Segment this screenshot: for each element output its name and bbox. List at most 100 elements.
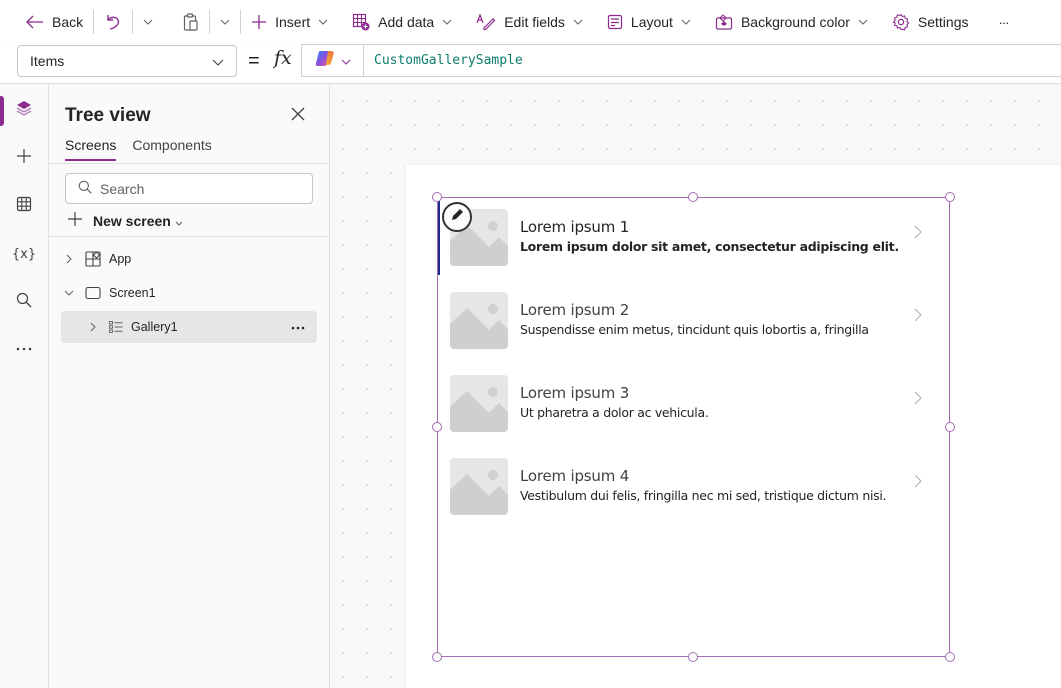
- tab-components[interactable]: Components: [132, 137, 211, 161]
- tree-tabs: Screens Components: [65, 137, 212, 161]
- rail-insert[interactable]: [0, 138, 48, 178]
- property-dropdown[interactable]: Items: [17, 45, 237, 77]
- divider: [49, 163, 330, 164]
- plus-icon: [16, 148, 32, 169]
- back-label: Back: [52, 14, 84, 30]
- search-placeholder: Search: [100, 180, 145, 197]
- equals-sign: =: [248, 50, 260, 72]
- edit-fields-icon: [476, 13, 496, 31]
- search-icon: [78, 180, 92, 197]
- undo-icon: [104, 13, 122, 31]
- tab-screens[interactable]: Screens: [65, 137, 117, 161]
- formula-input[interactable]: CustomGallerySample: [301, 44, 1061, 77]
- formula-bar: Items = fx CustomGallerySample: [0, 44, 1061, 84]
- separator: [209, 10, 211, 34]
- fx-icon: fx: [274, 47, 292, 69]
- back-button[interactable]: Back: [20, 6, 89, 38]
- chevron-down-icon: [573, 19, 583, 25]
- resize-handle-top-right[interactable]: [945, 192, 955, 202]
- layout-button[interactable]: Layout: [601, 6, 697, 38]
- chevron-down-icon: [220, 19, 230, 25]
- plus-icon: [67, 211, 83, 230]
- table-add-icon: [352, 13, 370, 31]
- resize-handle-bottom[interactable]: [688, 652, 698, 662]
- search-icon: [16, 292, 32, 313]
- close-icon: [291, 107, 305, 125]
- command-bar: Back Insert Add data Edit fields Layout: [0, 0, 1061, 44]
- close-button[interactable]: [291, 107, 311, 127]
- new-screen-button[interactable]: New screen: [67, 211, 183, 230]
- panel-title: Tree view: [65, 105, 151, 126]
- resize-handle-bottom-right[interactable]: [945, 652, 955, 662]
- chevron-right-icon[interactable]: [85, 322, 101, 332]
- chevron-down-icon: [858, 19, 868, 25]
- settings-button[interactable]: Settings: [886, 6, 975, 38]
- app-icon: [85, 251, 101, 267]
- edit-fields-button[interactable]: Edit fields: [470, 6, 589, 38]
- settings-label: Settings: [917, 14, 969, 30]
- add-data-button[interactable]: Add data: [346, 6, 458, 38]
- separator: [240, 10, 242, 34]
- rail-variables[interactable]: {x}: [0, 234, 48, 274]
- app-screen[interactable]: Lorem ipsum 1 Lorem ipsum dolor sit amet…: [406, 165, 1061, 688]
- separator: [132, 10, 134, 34]
- tree-node-gallery1[interactable]: Gallery1: [61, 311, 317, 343]
- insert-button[interactable]: Insert: [245, 6, 334, 38]
- tree-view-panel: Tree view Screens Components Search New …: [49, 85, 330, 688]
- active-indicator: [0, 96, 4, 126]
- chevron-down-icon: [442, 19, 452, 25]
- plus-icon: [251, 14, 267, 30]
- rail-more[interactable]: [0, 327, 48, 367]
- table-icon: [16, 196, 32, 217]
- chevron-down-icon: [143, 19, 153, 25]
- gallery-icon: [109, 321, 123, 333]
- edit-fields-label: Edit fields: [504, 14, 565, 30]
- tree-node-app[interactable]: App: [61, 243, 317, 275]
- more-icon: [16, 338, 32, 356]
- more-icon: ···: [998, 14, 1010, 30]
- chevron-down-icon: [681, 19, 691, 25]
- copilot-button[interactable]: [302, 45, 364, 76]
- formula-text[interactable]: CustomGallerySample: [364, 53, 523, 68]
- resize-handle-bottom-left[interactable]: [432, 652, 442, 662]
- resize-handle-right[interactable]: [945, 422, 955, 432]
- gear-icon: [892, 13, 910, 31]
- separator: [93, 10, 95, 34]
- undo-button[interactable]: [98, 6, 128, 38]
- search-input[interactable]: Search: [65, 173, 313, 204]
- gallery-selection-frame[interactable]: [437, 197, 950, 657]
- variables-icon: {x}: [11, 246, 37, 262]
- paint-bucket-icon: [715, 14, 733, 30]
- paste-dropdown-button[interactable]: [214, 6, 236, 38]
- tree-node-screen1[interactable]: Screen1: [61, 277, 317, 309]
- divider: [49, 236, 330, 237]
- undo-dropdown-button[interactable]: [137, 6, 159, 38]
- resize-handle-top[interactable]: [688, 192, 698, 202]
- more-commands-button[interactable]: ···: [993, 6, 1015, 38]
- property-value: Items: [30, 53, 65, 69]
- rail-tree-view[interactable]: [0, 90, 48, 130]
- chevron-down-icon[interactable]: [61, 290, 77, 296]
- layout-label: Layout: [630, 14, 673, 30]
- background-color-button[interactable]: Background color: [709, 6, 874, 38]
- rail-data[interactable]: [0, 186, 48, 226]
- resize-handle-left[interactable]: [432, 422, 442, 432]
- chevron-right-icon[interactable]: [61, 254, 77, 264]
- screen-icon: [85, 286, 101, 300]
- rail-search[interactable]: [0, 282, 48, 322]
- new-screen-label: New screen: [93, 212, 171, 229]
- chevron-down-icon: [341, 52, 351, 70]
- left-rail: {x}: [0, 85, 49, 688]
- arrow-left-icon: [26, 15, 44, 29]
- clipboard-icon: [183, 13, 199, 31]
- layers-icon: [16, 100, 32, 121]
- chevron-down-icon: [175, 213, 183, 229]
- node-label: App: [109, 252, 132, 266]
- add-data-label: Add data: [378, 14, 435, 30]
- chevron-down-icon: [212, 53, 224, 69]
- design-canvas[interactable]: Lorem ipsum 1 Lorem ipsum dolor sit amet…: [330, 85, 1061, 688]
- node-more-button[interactable]: [291, 319, 305, 333]
- resize-handle-top-left[interactable]: [432, 192, 442, 202]
- paste-button[interactable]: [177, 6, 205, 38]
- copilot-icon: [315, 49, 335, 72]
